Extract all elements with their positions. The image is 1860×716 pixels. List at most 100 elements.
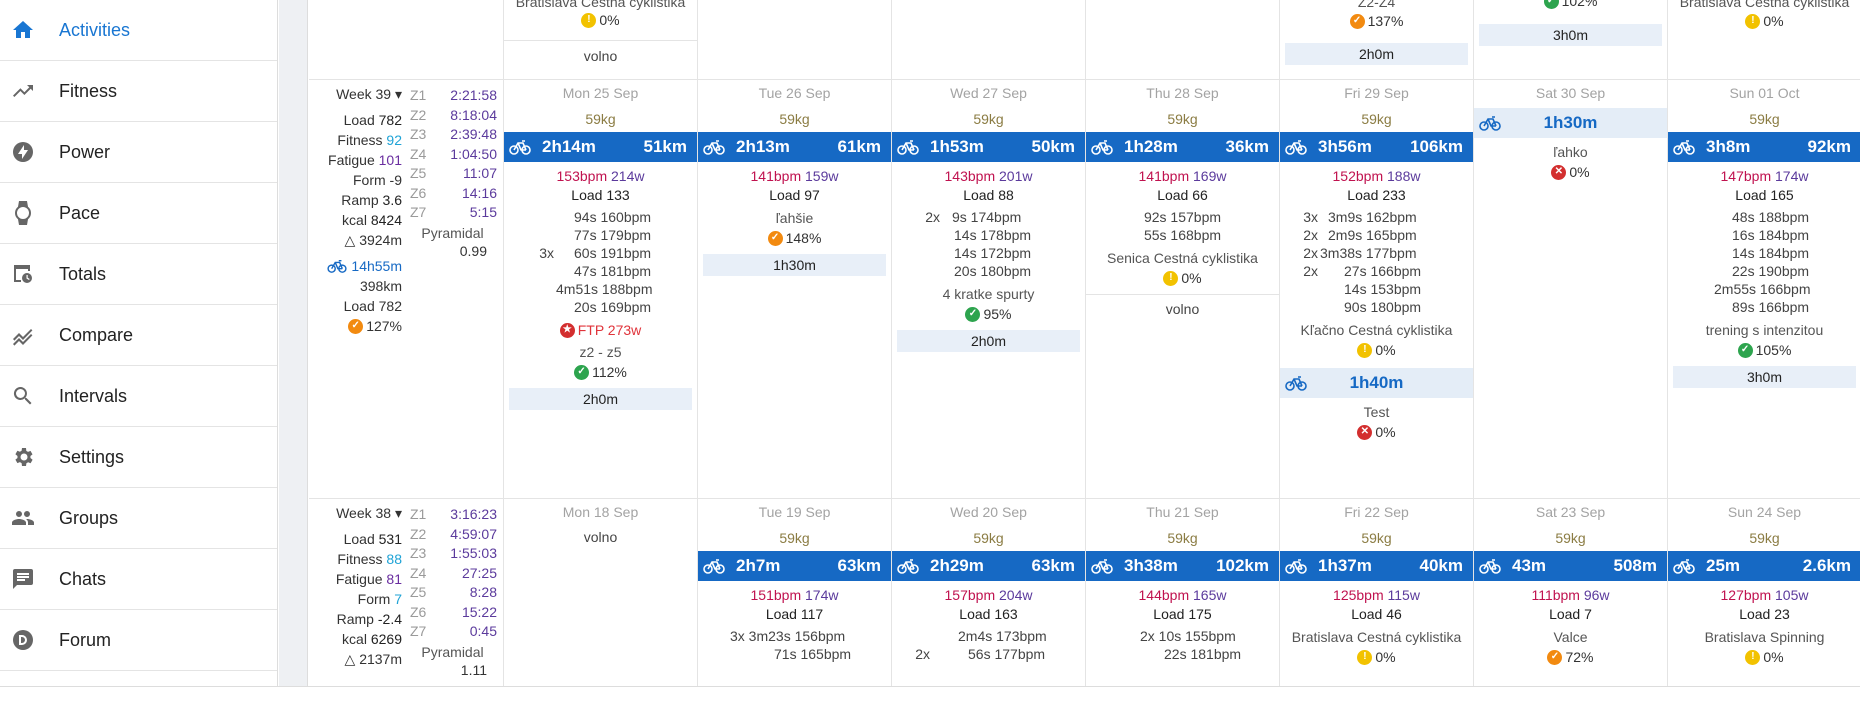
compliance: ✓ 112%: [504, 362, 697, 382]
planned-activity-bar[interactable]: 1h40m: [1280, 368, 1473, 398]
sidebar-item-totals[interactable]: Totals: [0, 244, 277, 305]
workout-title: Bratislava Spinning: [1704, 629, 1825, 645]
star-icon: ★: [559, 322, 575, 338]
day-cell[interactable]: Wed 27 Sep 59kg 1h53m 50km 143bpm 201w Lo…: [891, 80, 1085, 499]
workout-title: ľahko: [1553, 144, 1588, 160]
activity-bar[interactable]: 1h53m 50km: [892, 132, 1085, 162]
planned-duration[interactable]: 1h30m: [703, 254, 886, 276]
activity-bar[interactable]: 2h7m 63km: [698, 551, 891, 581]
day-cell[interactable]: Thu 21 Sep 59kg 3h38m 102km 144bpm 165w L…: [1085, 499, 1279, 686]
compliance-yellow-icon: !: [1357, 649, 1373, 665]
activity-bar[interactable]: 43m 508m: [1474, 551, 1667, 581]
week-ramp: Ramp 3.6: [341, 192, 402, 208]
sidebar-item-label: Pace: [59, 202, 101, 223]
compliance: ✓ 95%: [892, 304, 1085, 324]
day-cell[interactable]: ✓ 102% 3h0m: [1473, 0, 1667, 80]
activity-bar[interactable]: 2h14m 51km: [504, 132, 697, 162]
weight: 59kg: [973, 530, 1004, 546]
planned-activity-bar[interactable]: 1h30m: [1474, 108, 1667, 138]
day-cell[interactable]: Bratislava Cestná cyklistika ! 0%: [1667, 0, 1860, 80]
sidebar-item-forum[interactable]: Forum: [0, 610, 277, 671]
planned-duration[interactable]: 3h0m: [1673, 366, 1856, 388]
day-header: Sat 30 Sep: [1535, 85, 1606, 101]
sidebar-item-intervals[interactable]: Intervals: [0, 366, 277, 427]
weight: 59kg: [585, 111, 616, 127]
sidebar-item-label: Settings: [59, 446, 125, 467]
activity-bar[interactable]: 3h56m 106km: [1280, 132, 1473, 162]
week-fitness: Fitness 88: [337, 551, 402, 567]
planned-duration[interactable]: 3h0m: [1479, 24, 1662, 46]
day-cell[interactable]: Tue 19 Sep 59kg 2h7m 63km 151bpm 174w Loa…: [697, 499, 891, 686]
bike-icon: [897, 557, 919, 575]
zone-row: Z1 2:21:58: [410, 87, 497, 103]
day-cell[interactable]: Wed 20 Sep 59kg 2h29m 63km 157bpm 204w Lo…: [891, 499, 1085, 686]
day-cell[interactable]: Sun 01 Oct 59kg 3h8m 92km 147bpm 174w Loa…: [1667, 80, 1860, 499]
compliance: ! 0%: [1086, 268, 1279, 288]
activity-bar[interactable]: 2h13m 61km: [698, 132, 891, 162]
activity-load: Load 233: [1347, 187, 1406, 203]
bike-icon: [1091, 138, 1113, 156]
day-header: Mon 18 Sep: [562, 504, 639, 520]
sidebar-item-label: Chats: [59, 568, 107, 589]
compliance: ✓ 137%: [1280, 11, 1473, 31]
activity-load: Load 97: [769, 187, 820, 203]
day-cell[interactable]: Thu 28 Sep 59kg 1h28m 36km 141bpm 169w Lo…: [1085, 80, 1279, 499]
interval-row: 22s 181bpm: [1164, 646, 1242, 662]
sidebar-item-activities[interactable]: Activities: [0, 0, 277, 61]
hr-power: 143bpm 201w: [944, 168, 1033, 184]
day-cell[interactable]: Fri 29 Sep 59kg 3h56m 106km 152bpm 188w L…: [1279, 80, 1473, 499]
interval-row: 3x 60s 191bpm: [539, 245, 652, 261]
weight: 59kg: [1167, 530, 1198, 546]
activity-bar[interactable]: 1h37m 40km: [1280, 551, 1473, 581]
sidebar-item-pace[interactable]: Pace: [0, 183, 277, 244]
sidebar-item-power[interactable]: Power: [0, 122, 277, 183]
day-cell[interactable]: Bratislava Cestná cyklistika ! 0% volno: [503, 0, 697, 80]
bike-icon: [897, 138, 919, 156]
weight: 59kg: [1749, 111, 1780, 127]
sidebar-item-chats[interactable]: Chats: [0, 549, 277, 610]
compliance-yellow-icon: !: [1357, 342, 1373, 358]
week-ride-dist: 398km: [359, 278, 402, 294]
sidebar-item-settings[interactable]: Settings: [0, 427, 277, 488]
sidebar-item-groups[interactable]: Groups: [0, 488, 277, 549]
compliance: ✓ 102%: [1474, 0, 1667, 11]
interval-row: 2x 9s 174bpm: [925, 209, 1022, 225]
day-cell[interactable]: Sat 23 Sep 59kg 43m 508m 111bpm 96w Load …: [1473, 499, 1667, 686]
planned-duration[interactable]: 2h0m: [897, 330, 1080, 352]
workout-title: Kľačno Cestná cyklistika: [1300, 322, 1453, 338]
bike-icon: [1479, 557, 1501, 575]
sidebar-item-fitness[interactable]: Fitness: [0, 61, 277, 122]
activity-bar[interactable]: 2h29m 63km: [892, 551, 1085, 581]
day-cell[interactable]: Z2-Z4 ✓ 137% 2h0m: [1279, 0, 1473, 80]
interval-list: 2m4s 173bpm 2x 56s 177bpm: [892, 627, 1085, 663]
day-cell[interactable]: Sun 24 Sep 59kg 25m 2.6km 127bpm 105w Loa…: [1667, 499, 1860, 686]
sidebar-item-label: Intervals: [59, 385, 128, 406]
sidebar-item-compare[interactable]: Compare: [0, 305, 277, 366]
week-selector[interactable]: Week 39 ▾: [309, 84, 404, 104]
day-cell[interactable]: Tue 26 Sep 59kg 2h13m 61km 141bpm 159w Lo…: [697, 80, 891, 499]
zone-row: Z1 3:16:23: [410, 506, 497, 522]
zone-row: Z3 1:55:03: [410, 545, 497, 561]
activity-bar[interactable]: 3h8m 92km: [1668, 132, 1860, 162]
compliance: ✓ 105%: [1668, 340, 1860, 360]
interval-row: 20s 180bpm: [954, 263, 1032, 279]
day-cell[interactable]: Sat 30 Sep 1h30m ľahko ✕ 0%: [1473, 80, 1667, 499]
bike-icon: [703, 138, 725, 156]
interval-row: 14s 153bpm: [1344, 281, 1422, 297]
day-cell[interactable]: Fri 22 Sep 59kg 1h37m 40km 125bpm 115w Lo…: [1279, 499, 1473, 686]
week-row-partial: Bratislava Cestná cyklistika ! 0% volno …: [309, 0, 1860, 80]
planned-duration[interactable]: 2h0m: [509, 388, 692, 410]
interval-row: 77s 179bpm: [574, 227, 652, 243]
activity-bar[interactable]: 3h38m 102km: [1086, 551, 1279, 581]
day-cell[interactable]: Mon 18 Sep volno: [503, 499, 697, 686]
compliance: ! 0%: [1668, 647, 1860, 667]
activity-bar[interactable]: 25m 2.6km: [1668, 551, 1860, 581]
zone-row: Z4 27:25: [410, 564, 497, 581]
activity-bar[interactable]: 1h28m 36km: [1086, 132, 1279, 162]
day-cell[interactable]: Mon 25 Sep 59kg 2h14m 51km 153bpm 214w Lo…: [503, 80, 697, 499]
bike-icon: [1285, 138, 1307, 156]
interval-row: 94s 160bpm: [574, 209, 652, 225]
week-selector[interactable]: Week 38 ▾: [309, 503, 404, 523]
activity-load: Load 163: [959, 606, 1018, 622]
planned-duration[interactable]: 2h0m: [1285, 43, 1468, 65]
